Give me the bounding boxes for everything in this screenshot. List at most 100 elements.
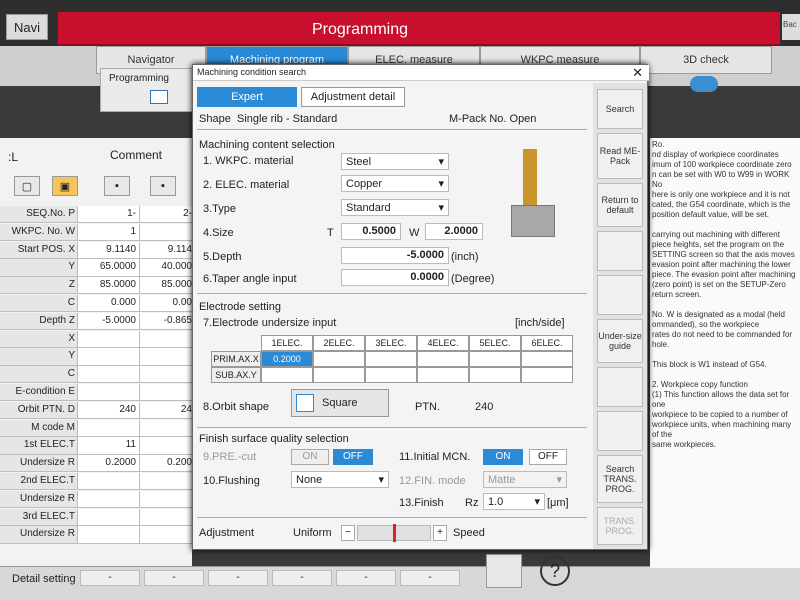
table-cell[interactable] <box>78 384 140 401</box>
sub-ax-cell[interactable] <box>365 367 417 383</box>
table-cell[interactable] <box>140 223 192 241</box>
table-cell[interactable] <box>140 490 192 508</box>
detail-field[interactable]: - <box>144 570 204 586</box>
return-to-default-button[interactable]: Return to default <box>597 183 643 227</box>
table-cell[interactable]: 85.0000 <box>78 277 140 294</box>
back-button[interactable]: Bac <box>782 14 800 40</box>
prim-ax-cell[interactable]: 0.2000 <box>261 351 313 367</box>
prim-ax-cell[interactable] <box>521 351 573 367</box>
table-cell[interactable] <box>140 508 192 525</box>
adjust-minus-button[interactable]: − <box>341 525 355 541</box>
detail-field[interactable]: - <box>208 570 268 586</box>
table-row[interactable]: C 0.000 0.00 <box>0 295 192 313</box>
side-blank-button[interactable] <box>597 411 643 451</box>
table-cell[interactable] <box>78 490 140 508</box>
table-cell[interactable]: 9.1140 <box>78 241 140 258</box>
table-cell[interactable] <box>140 330 192 347</box>
table-cell[interactable]: 0.200 <box>140 455 192 472</box>
table-cell[interactable] <box>140 384 192 401</box>
table-cell[interactable] <box>78 330 140 347</box>
w-input[interactable]: 2.0000 <box>425 223 483 240</box>
table-row[interactable]: 1st ELEC.T 11 <box>0 437 192 455</box>
save-icon[interactable]: ▪ <box>104 176 130 196</box>
table-row[interactable]: E-condition E <box>0 384 192 402</box>
depth-input[interactable]: -5.0000 <box>341 247 449 264</box>
flushing-select[interactable]: None ▾ <box>291 471 389 488</box>
table-cell[interactable]: 0.000 <box>78 295 140 312</box>
table-cell[interactable]: 1- <box>78 206 140 223</box>
t-input[interactable]: 0.5000 <box>341 223 401 240</box>
detail-field[interactable]: - <box>272 570 332 586</box>
wkpc-material-select[interactable]: Steel ▾ <box>341 153 449 170</box>
programming-button[interactable]: Programming <box>100 68 196 112</box>
transfer-icon[interactable] <box>486 554 522 588</box>
table-cell[interactable] <box>140 473 192 490</box>
table-cell[interactable] <box>78 348 140 365</box>
type-select[interactable]: Standard ▾ <box>341 199 449 216</box>
prim-ax-cell[interactable] <box>417 351 469 367</box>
table-cell[interactable] <box>78 508 140 525</box>
search-trans-prog-button[interactable]: Search TRANS. PROG. <box>597 455 643 503</box>
table-cell[interactable] <box>140 366 192 383</box>
initial-mcn-on-toggle[interactable]: ON <box>483 449 523 465</box>
fin-mode-select[interactable]: Matte ▾ <box>483 471 567 488</box>
table-cell[interactable]: 65.0000 <box>78 259 140 276</box>
elec-material-select[interactable]: Copper ▾ <box>341 175 449 192</box>
new-file-icon[interactable]: ▢ <box>14 176 40 196</box>
initial-mcn-off-toggle[interactable]: OFF <box>529 449 567 465</box>
adjust-plus-button[interactable]: + <box>433 525 447 541</box>
table-cell[interactable]: 85.000 <box>140 277 192 294</box>
table-row[interactable]: Depth Z -5.0000 -0.865 <box>0 312 192 331</box>
table-cell[interactable]: 2- <box>140 206 192 223</box>
table-cell[interactable] <box>78 366 140 383</box>
mpack-label[interactable]: M-Pack No. Open <box>449 113 536 125</box>
finish-select[interactable]: 1.0 ▾ <box>483 493 545 510</box>
sub-ax-cell[interactable] <box>261 367 313 383</box>
read-me-pack-button[interactable]: Read ME-Pack <box>597 133 643 179</box>
table-cell[interactable] <box>140 348 192 365</box>
prim-ax-cell[interactable] <box>365 351 417 367</box>
table-cell[interactable] <box>140 437 192 454</box>
table-cell[interactable] <box>140 419 192 436</box>
side-blank-button[interactable] <box>597 367 643 407</box>
table-row[interactable]: WKPC. No. W1 <box>0 223 192 242</box>
table-cell[interactable]: 240 <box>78 401 140 419</box>
table-row[interactable]: Z 85.0000 85.000 <box>0 277 192 295</box>
table-row[interactable]: SEQ.No. P 1- 2- <box>0 206 192 224</box>
side-blank-button[interactable] <box>597 275 643 315</box>
table-cell[interactable] <box>140 526 192 543</box>
side-blank-button[interactable] <box>597 231 643 271</box>
table-row[interactable]: C <box>0 366 192 384</box>
table-row[interactable]: 2nd ELEC.T <box>0 473 192 491</box>
detail-field[interactable]: - <box>400 570 460 586</box>
table-row[interactable]: Undersize R 0.2000 0.200 <box>0 455 192 473</box>
close-icon[interactable]: ✕ <box>632 65 643 81</box>
sub-ax-cell[interactable] <box>521 367 573 383</box>
table-cell[interactable]: 24 <box>140 401 192 419</box>
open-file-icon[interactable]: ▣ <box>52 176 78 196</box>
navi-button[interactable]: Navi <box>6 14 48 40</box>
save-as-icon[interactable]: ▪ <box>150 176 176 196</box>
table-row[interactable]: Undersize R <box>0 526 192 544</box>
table-cell[interactable] <box>78 526 140 543</box>
undersize-guide-button[interactable]: Under-size guide <box>597 319 643 363</box>
pre-cut-on-toggle[interactable]: ON <box>291 449 329 465</box>
prim-ax-cell[interactable] <box>313 351 365 367</box>
search-button[interactable]: Search <box>597 89 643 129</box>
table-row[interactable]: Y <box>0 348 192 366</box>
table-cell[interactable]: -5.0000 <box>78 312 140 330</box>
trans-prog-button[interactable]: TRANS. PROG. <box>597 507 643 545</box>
taper-input[interactable]: 0.0000 <box>341 269 449 286</box>
table-cell[interactable]: 1 <box>78 223 140 241</box>
table-cell[interactable]: -0.865 <box>140 312 192 330</box>
table-cell[interactable]: 40.000 <box>140 259 192 276</box>
adjust-slider-handle[interactable] <box>393 524 396 542</box>
table-row[interactable]: Y 65.0000 40.000 <box>0 259 192 277</box>
sub-ax-cell[interactable] <box>469 367 521 383</box>
table-cell[interactable]: 11 <box>78 437 140 454</box>
tab-adjustment-detail[interactable]: Adjustment detail <box>301 87 405 107</box>
table-row[interactable]: M code M <box>0 419 192 437</box>
tab-expert[interactable]: Expert <box>197 87 297 107</box>
pre-cut-off-toggle[interactable]: OFF <box>333 449 373 465</box>
tab-3d-check[interactable]: 3D check <box>640 46 772 74</box>
